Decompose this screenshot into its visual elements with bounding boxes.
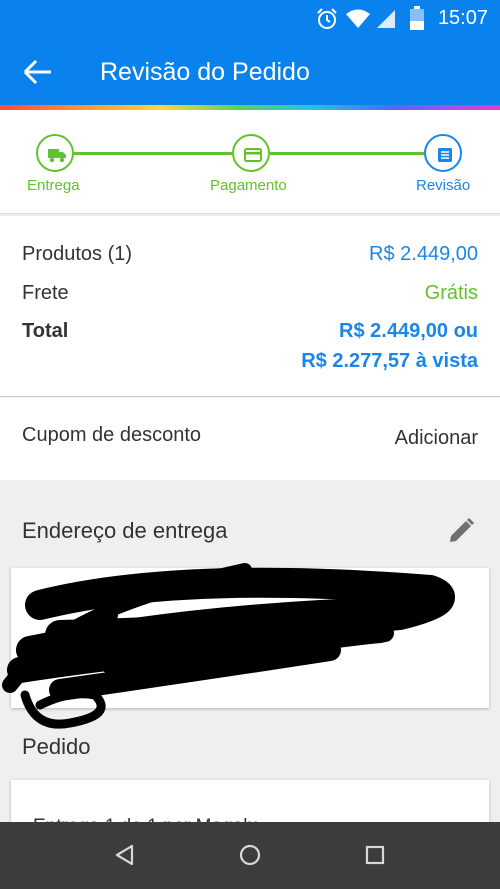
truck-icon bbox=[48, 149, 66, 163]
coupon-label: Cupom de desconto bbox=[22, 424, 202, 446]
products-label: Produtos (1) bbox=[22, 243, 133, 265]
total-value: R$ 2.449,00 ou bbox=[339, 320, 478, 342]
coupon-row[interactable]: Cupom de desconto Adicionar bbox=[0, 398, 500, 480]
step-pagamento[interactable] bbox=[232, 134, 270, 172]
total-label: Total bbox=[22, 320, 69, 342]
step-revisao[interactable] bbox=[424, 134, 462, 172]
checkout-stepper: Entrega Pagamento Revisão bbox=[0, 110, 500, 214]
redaction-scribble bbox=[2, 563, 456, 729]
wifi-icon bbox=[346, 9, 370, 28]
status-bar: 15:07 bbox=[0, 0, 500, 36]
shipping-value: Grátis bbox=[424, 282, 478, 304]
step-label-revisao: Revisão bbox=[416, 177, 471, 194]
arrow-left-icon[interactable] bbox=[22, 58, 54, 86]
step-label-entrega: Entrega bbox=[27, 177, 80, 194]
step-connector bbox=[270, 152, 424, 155]
system-nav-bar bbox=[0, 822, 500, 889]
status-time: 15:07 bbox=[437, 7, 488, 29]
order-summary: Produtos (1) R$ 2.449,00 Frete Grátis To… bbox=[0, 216, 500, 397]
address-section-title: Endereço de entrega bbox=[22, 518, 228, 543]
recents-square-icon[interactable] bbox=[362, 842, 388, 868]
page-title: Revisão do Pedido bbox=[100, 58, 310, 86]
step-label-pagamento: Pagamento bbox=[210, 177, 287, 194]
card-icon bbox=[244, 148, 262, 162]
add-coupon-button[interactable]: Adicionar bbox=[395, 427, 478, 450]
order-section-title: Pedido bbox=[22, 734, 91, 759]
battery-icon bbox=[410, 6, 424, 30]
products-value: R$ 2.449,00 bbox=[369, 243, 478, 265]
pencil-icon[interactable] bbox=[446, 516, 476, 546]
home-circle-icon[interactable] bbox=[237, 842, 263, 868]
signal-icon bbox=[377, 10, 395, 28]
shipping-label: Frete bbox=[22, 282, 69, 304]
step-entrega[interactable] bbox=[36, 134, 74, 172]
list-icon bbox=[438, 148, 452, 162]
total-value-cash: R$ 2.277,57 à vista bbox=[301, 350, 478, 372]
back-triangle-icon[interactable] bbox=[112, 842, 138, 868]
step-connector bbox=[74, 152, 232, 155]
alarm-icon bbox=[317, 8, 337, 29]
app-bar: Revisão do Pedido bbox=[0, 36, 500, 108]
